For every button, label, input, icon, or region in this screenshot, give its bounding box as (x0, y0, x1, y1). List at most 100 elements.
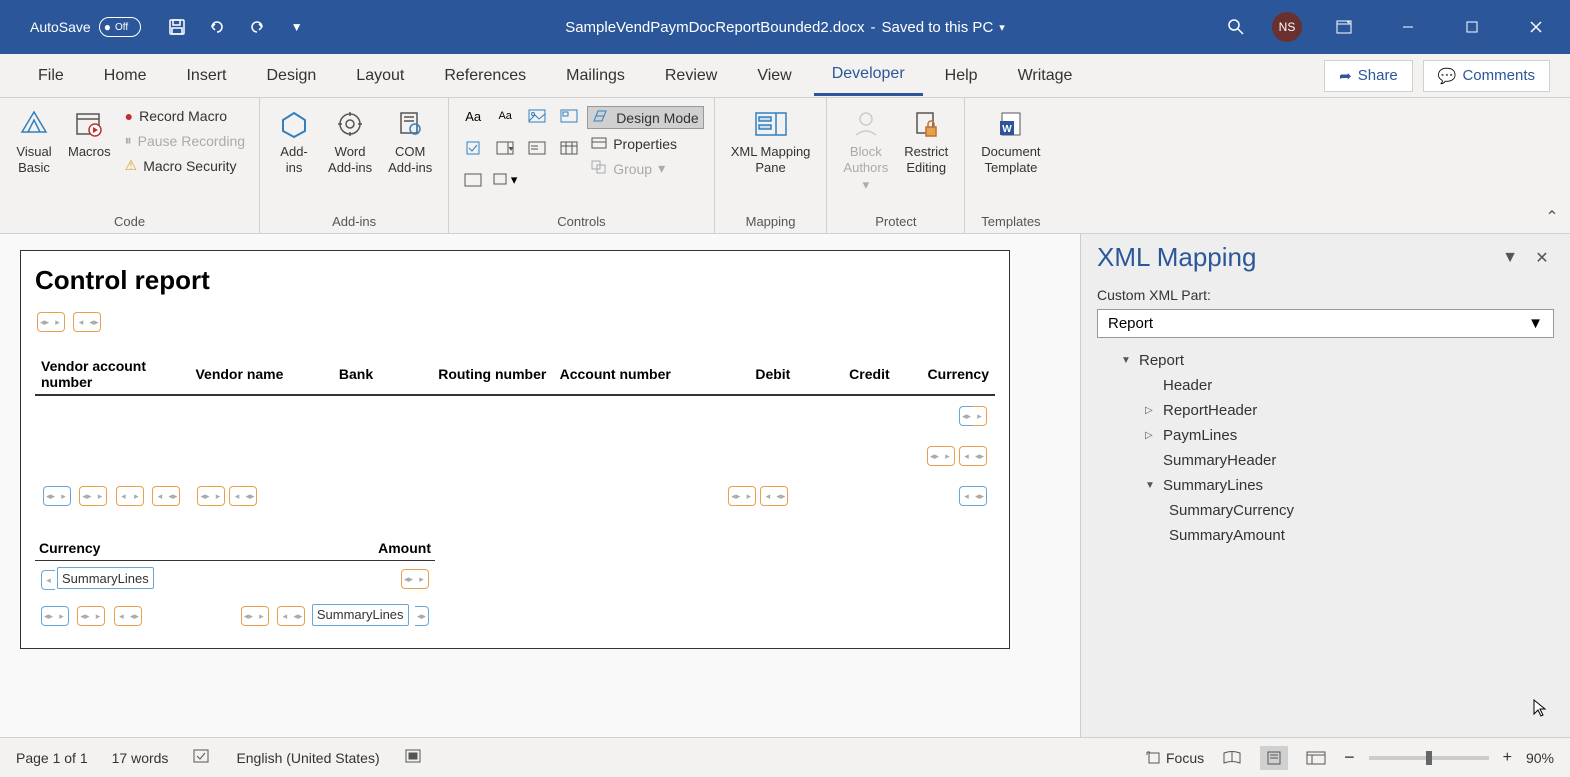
tab-file[interactable]: File (20, 57, 82, 95)
tree-node-summarylines[interactable]: SummaryLines (1097, 473, 1554, 498)
user-avatar[interactable]: NS (1272, 12, 1302, 42)
datepicker-control-icon[interactable] (555, 134, 583, 162)
content-control-tag[interactable]: ◂▸ (415, 606, 429, 626)
read-mode-icon[interactable] (1218, 746, 1246, 770)
page-counter[interactable]: Page 1 of 1 (16, 750, 88, 766)
content-control-tag[interactable]: ◂▸▸ (43, 486, 71, 506)
tab-mailings[interactable]: Mailings (548, 57, 643, 95)
dropdown-control-icon[interactable] (523, 134, 551, 162)
tab-developer[interactable]: Developer (814, 55, 923, 96)
content-control-tag[interactable]: ◂▸▸ (197, 486, 225, 506)
ribbon-display-icon[interactable] (1322, 13, 1366, 41)
content-control-tag[interactable]: ◂▸▸ (401, 569, 429, 589)
record-macro-button[interactable]: ●Record Macro (121, 106, 249, 126)
comments-button[interactable]: 💬Comments (1423, 60, 1550, 92)
content-control-tag[interactable]: ◂◂▸ (114, 606, 142, 626)
content-control-tag[interactable]: ◂◂▸ (152, 486, 180, 506)
maximize-icon[interactable] (1450, 13, 1494, 41)
addins-button[interactable]: Add- ins (270, 102, 318, 179)
collapse-ribbon-icon[interactable]: ⌃ (1542, 207, 1562, 227)
content-control-tag[interactable]: ◂▸▸ (728, 486, 756, 506)
tab-home[interactable]: Home (86, 57, 165, 95)
undo-icon[interactable] (201, 11, 233, 43)
rich-text-control-icon[interactable]: Aa (459, 102, 487, 130)
content-control-tag[interactable]: ◂▸▸ (77, 606, 105, 626)
document-area[interactable]: Control report ◂▸▸ ◂◂▸ Vendor account nu… (0, 234, 1080, 737)
content-control-tag[interactable]: ◂▸▸ (41, 606, 69, 626)
content-control-tag[interactable]: ◂▸▸ (79, 486, 107, 506)
tab-writage[interactable]: Writage (1000, 57, 1091, 95)
focus-button[interactable]: Focus (1146, 750, 1204, 766)
custom-xml-part-select[interactable]: Report ▼ (1097, 309, 1554, 338)
tab-help[interactable]: Help (927, 57, 996, 95)
com-addins-button[interactable]: COM Add-ins (382, 102, 438, 179)
tree-node-summaryamount[interactable]: SummaryAmount (1097, 523, 1554, 548)
expand-icon[interactable] (1145, 480, 1157, 491)
restrict-editing-button[interactable]: Restrict Editing (898, 102, 954, 179)
spellcheck-icon[interactable] (192, 748, 212, 767)
summarylines-control[interactable]: SummaryLines (57, 567, 154, 589)
tab-view[interactable]: View (739, 57, 809, 95)
checkbox-control-icon[interactable] (459, 134, 487, 162)
word-count[interactable]: 17 words (112, 750, 169, 766)
content-control-tag[interactable]: ◂▸▸ (959, 406, 987, 426)
minimize-icon[interactable] (1386, 13, 1430, 41)
content-control-tag[interactable]: ◂▸ (116, 486, 144, 506)
autosave-toggle[interactable]: AutoSave Off (30, 17, 141, 37)
design-mode-button[interactable]: Design Mode (587, 106, 704, 129)
xml-mapping-pane-button[interactable]: XML Mapping Pane (725, 102, 817, 179)
zoom-out-button[interactable]: − (1344, 747, 1355, 768)
expand-icon[interactable] (1145, 405, 1157, 416)
summarylines-control[interactable]: SummaryLines (312, 604, 409, 626)
close-icon[interactable] (1514, 13, 1558, 41)
content-control-tag[interactable]: ◂▸▸ (927, 446, 955, 466)
repeating-control-icon[interactable] (459, 166, 487, 194)
properties-button[interactable]: Properties (587, 133, 704, 154)
visual-basic-button[interactable]: Visual Basic (10, 102, 58, 179)
pane-options-icon[interactable]: ▼ (1498, 246, 1522, 270)
tab-review[interactable]: Review (647, 57, 735, 95)
customize-qat-icon[interactable]: ▼ (281, 11, 313, 43)
tree-node-paymlines[interactable]: PaymLines (1097, 423, 1554, 448)
tree-node-summarycurrency[interactable]: SummaryCurrency (1097, 498, 1554, 523)
tab-references[interactable]: References (426, 57, 544, 95)
print-layout-icon[interactable] (1260, 746, 1288, 770)
building-block-control-icon[interactable] (555, 102, 583, 130)
legacy-tools-icon[interactable]: ▾ (491, 166, 519, 194)
word-addins-button[interactable]: Word Add-ins (322, 102, 378, 179)
zoom-in-button[interactable]: + (1503, 749, 1512, 767)
content-control-tag[interactable]: ◂◂▸ (959, 446, 987, 466)
tab-design[interactable]: Design (248, 57, 334, 95)
zoom-level[interactable]: 90% (1526, 750, 1554, 766)
macros-button[interactable]: Macros (62, 102, 117, 164)
expand-icon[interactable] (1121, 355, 1133, 366)
content-control-tag[interactable]: ◂◂▸ (959, 486, 987, 506)
content-control-tag[interactable]: ◂▸▸ (37, 312, 65, 332)
content-control-tag[interactable]: ◂◂▸ (277, 606, 305, 626)
plain-text-control-icon[interactable]: Aa (491, 102, 519, 130)
content-control-tag[interactable]: ◂◂▸ (760, 486, 788, 506)
pane-close-icon[interactable]: ✕ (1530, 246, 1554, 270)
content-control-tag[interactable]: ◂▸▸ (241, 606, 269, 626)
document-template-button[interactable]: WDocument Template (975, 102, 1046, 179)
tree-node-header[interactable]: Header (1097, 373, 1554, 398)
picture-control-icon[interactable] (523, 102, 551, 130)
tab-layout[interactable]: Layout (338, 57, 422, 95)
tab-insert[interactable]: Insert (168, 57, 244, 95)
content-control-tag[interactable]: ◂◂▸ (229, 486, 257, 506)
expand-icon[interactable] (1145, 430, 1157, 441)
tree-node-reportheader[interactable]: ReportHeader (1097, 398, 1554, 423)
language-indicator[interactable]: English (United States) (236, 750, 379, 766)
tree-node-report[interactable]: Report (1097, 348, 1554, 373)
macro-security-button[interactable]: ⚠Macro Security (121, 155, 249, 176)
content-control-tag[interactable]: ◂ (41, 570, 55, 590)
save-icon[interactable] (161, 11, 193, 43)
zoom-slider[interactable] (1369, 756, 1489, 760)
content-control-tag[interactable]: ◂◂▸ (73, 312, 101, 332)
combobox-control-icon[interactable] (491, 134, 519, 162)
redo-icon[interactable] (241, 11, 273, 43)
share-button[interactable]: ➦Share (1324, 60, 1413, 92)
tree-node-summaryheader[interactable]: SummaryHeader (1097, 448, 1554, 473)
macro-indicator-icon[interactable] (404, 748, 422, 767)
toggle-switch[interactable]: Off (99, 17, 141, 37)
